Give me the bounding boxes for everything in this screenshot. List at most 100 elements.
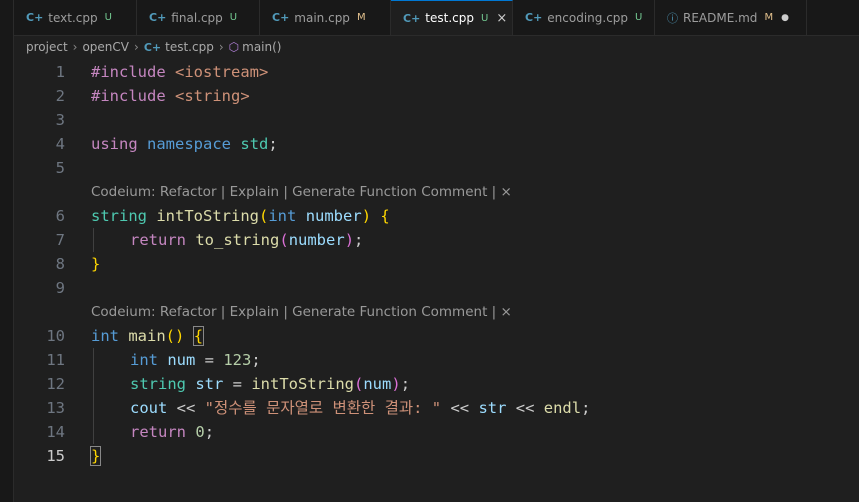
- breadcrumb-folder-opencv[interactable]: openCV: [82, 40, 129, 54]
- breadcrumb-symbol[interactable]: main(): [242, 40, 281, 54]
- token: ): [391, 375, 401, 393]
- line-content: string str = intToString(num);: [130, 372, 410, 396]
- unsaved-dot-icon[interactable]: ●: [781, 13, 789, 23]
- token: namespace: [147, 135, 232, 153]
- line-number: 7: [55, 231, 65, 249]
- token: ;: [400, 375, 411, 393]
- line-number-empty: [14, 180, 65, 204]
- line-content: }: [89, 444, 102, 468]
- matched-bracket: {: [192, 326, 205, 346]
- code-line: 7 return to_string(number);: [14, 228, 859, 252]
- line-content: #include <string>: [91, 84, 250, 108]
- code-line: 5: [14, 156, 859, 180]
- tab-text-cpp[interactable]: C+ text.cpp U: [14, 0, 137, 35]
- code-line: 9: [14, 276, 859, 300]
- token: ): [344, 231, 355, 249]
- token: (: [354, 375, 364, 393]
- tab-label: test.cpp: [425, 11, 474, 25]
- token: ;: [268, 135, 278, 153]
- tab-test-cpp[interactable]: C+ test.cpp U ×: [391, 0, 513, 35]
- git-status-badge: M: [356, 12, 366, 23]
- code-line: 14 return 0;: [14, 420, 859, 444]
- token: intToString: [251, 375, 354, 393]
- tab-label: README.md: [683, 10, 758, 25]
- token: cout: [130, 399, 168, 417]
- token: int: [91, 327, 119, 345]
- token: num: [167, 351, 196, 369]
- cpp-file-icon: C+: [525, 11, 543, 24]
- line-number: 8: [55, 255, 65, 273]
- code-line: 3: [14, 108, 859, 132]
- breadcrumb-folder-project[interactable]: project: [26, 40, 68, 54]
- tab-label: text.cpp: [48, 10, 98, 25]
- token: return: [130, 231, 186, 249]
- line-number-empty: [14, 300, 65, 324]
- token: to_string: [195, 231, 280, 249]
- codelens-row: Codeium: Refactor | Explain | Generate F…: [14, 300, 859, 324]
- token: #include: [91, 87, 175, 105]
- chevron-right-icon: ›: [134, 40, 139, 54]
- line-number: 10: [46, 327, 65, 345]
- line-content: using namespace std;: [91, 132, 278, 156]
- code-line: 6 string intToString(int number) {: [14, 204, 859, 228]
- code-line: 11 int num = 123;: [14, 348, 859, 372]
- token: ;: [581, 399, 591, 417]
- token: 0: [195, 423, 205, 441]
- token: number: [288, 231, 345, 249]
- token: (: [279, 231, 289, 249]
- token: #include: [91, 63, 175, 81]
- token: string: [130, 375, 186, 393]
- line-number: 1: [55, 63, 65, 81]
- token: int: [268, 207, 297, 225]
- git-status-badge: U: [229, 12, 238, 23]
- tab-encoding-cpp[interactable]: C+ encoding.cpp U: [513, 0, 655, 35]
- token: ;: [204, 423, 215, 441]
- line-number: 9: [55, 279, 65, 297]
- token: std: [240, 135, 269, 153]
- token: number: [305, 207, 362, 225]
- code-line: 12 string str = intToString(num);: [14, 372, 859, 396]
- line-number: 3: [55, 111, 65, 129]
- token: string: [91, 207, 147, 225]
- token: <<: [506, 399, 544, 417]
- line-content: return to_string(number);: [130, 228, 363, 252]
- token: ;: [354, 231, 364, 249]
- tab-readme-md[interactable]: ⓘ README.md M ●: [655, 0, 807, 35]
- close-icon[interactable]: ×: [496, 11, 507, 26]
- code-line: 10 int main() {: [14, 324, 859, 348]
- breadcrumb: project › openCV › C+ test.cpp › ⬡ main(…: [14, 36, 859, 58]
- code-line: 13 cout << "정수를 문자열로 변환한 결과: " << str <<…: [14, 396, 859, 420]
- info-icon: ⓘ: [667, 11, 678, 25]
- code-line: 4 using namespace std;: [14, 132, 859, 156]
- token: ): [361, 207, 372, 225]
- code-line-current: 15 }: [14, 444, 859, 468]
- tab-final-cpp[interactable]: C+ final.cpp U: [137, 0, 260, 35]
- indent-guide: [93, 228, 94, 252]
- cpp-file-icon: C+: [403, 11, 421, 25]
- cpp-file-icon: C+: [149, 11, 167, 24]
- line-number: 2: [55, 87, 65, 105]
- indent-guide: [93, 396, 94, 420]
- codeium-codelens[interactable]: Codeium: Refactor | Explain | Generate F…: [91, 180, 512, 204]
- chevron-right-icon: ›: [72, 40, 78, 54]
- token: return: [130, 423, 186, 441]
- method-cube-icon: ⬡: [228, 40, 240, 54]
- token: {: [371, 207, 390, 225]
- git-status-badge: M: [764, 12, 774, 23]
- activity-bar-edge: [0, 0, 14, 502]
- codeium-codelens[interactable]: Codeium: Refactor | Explain | Generate F…: [91, 300, 512, 324]
- tab-label: main.cpp: [294, 10, 350, 25]
- code-editor[interactable]: 1 #include <iostream> 2 #include <string…: [14, 60, 859, 502]
- tab-main-cpp[interactable]: C+ main.cpp M: [260, 0, 391, 35]
- line-content: string intToString(int number) {: [91, 204, 390, 228]
- breadcrumb-file[interactable]: test.cpp: [165, 40, 214, 54]
- line-content: return 0;: [130, 420, 214, 444]
- token: 123: [223, 351, 252, 369]
- token: (): [165, 327, 185, 345]
- token: using: [91, 135, 138, 153]
